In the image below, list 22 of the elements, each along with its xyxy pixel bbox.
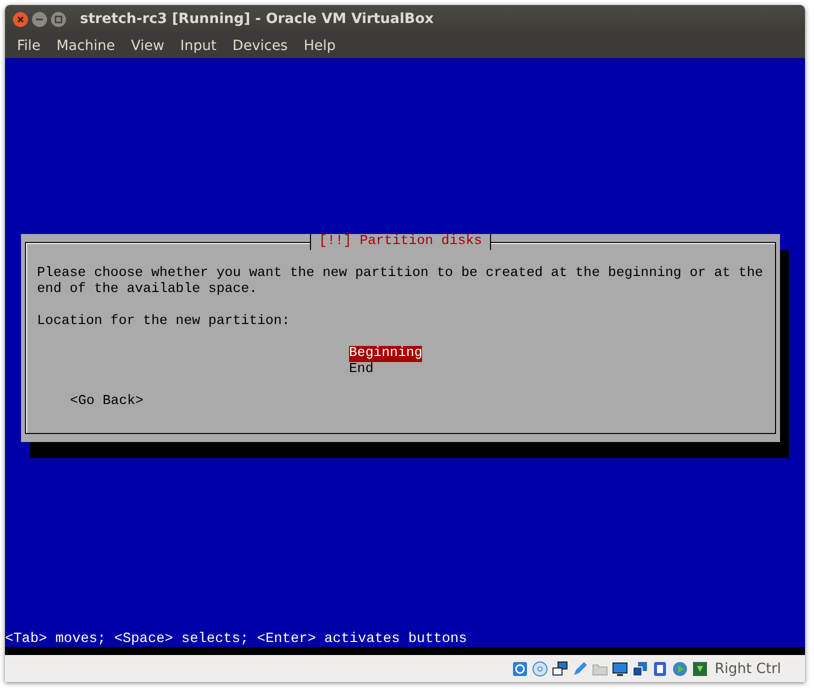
- list-option[interactable]: End: [349, 362, 374, 378]
- host-key-label: Right Ctrl: [714, 660, 781, 676]
- maximize-icon[interactable]: [51, 12, 66, 26]
- menu-item[interactable]: Input: [174, 38, 224, 54]
- menu-item[interactable]: Devices: [226, 38, 295, 54]
- dialog-title: [!!] Partition disks: [310, 234, 492, 250]
- optical-disc-icon[interactable]: [532, 660, 548, 676]
- download-icon[interactable]: [692, 660, 708, 676]
- close-icon[interactable]: [13, 12, 28, 26]
- list-option[interactable]: Beginning: [349, 346, 422, 362]
- menu-item[interactable]: View: [125, 38, 172, 54]
- menu-item[interactable]: File: [11, 38, 48, 54]
- help-line: <Tab> moves; <Space> selects; <Enter> activates buttons: [5, 631, 468, 647]
- message-text: Please choose whether you want the new partition to be created at the beginning or at the end of the available space.: [37, 266, 764, 298]
- prompt-label: Location for the new partition:: [37, 314, 291, 330]
- window-title: stretch-rc3 [Running] - Oracle VM VirtualBox: [80, 11, 434, 27]
- monitor-icon[interactable]: [612, 660, 628, 676]
- menu-item[interactable]: Machine: [50, 38, 122, 54]
- minimize-icon[interactable]: [32, 12, 47, 26]
- menu-item[interactable]: Help: [298, 38, 343, 54]
- back-button[interactable]: <Go Back>: [70, 394, 144, 410]
- windows-icon[interactable]: [632, 660, 648, 676]
